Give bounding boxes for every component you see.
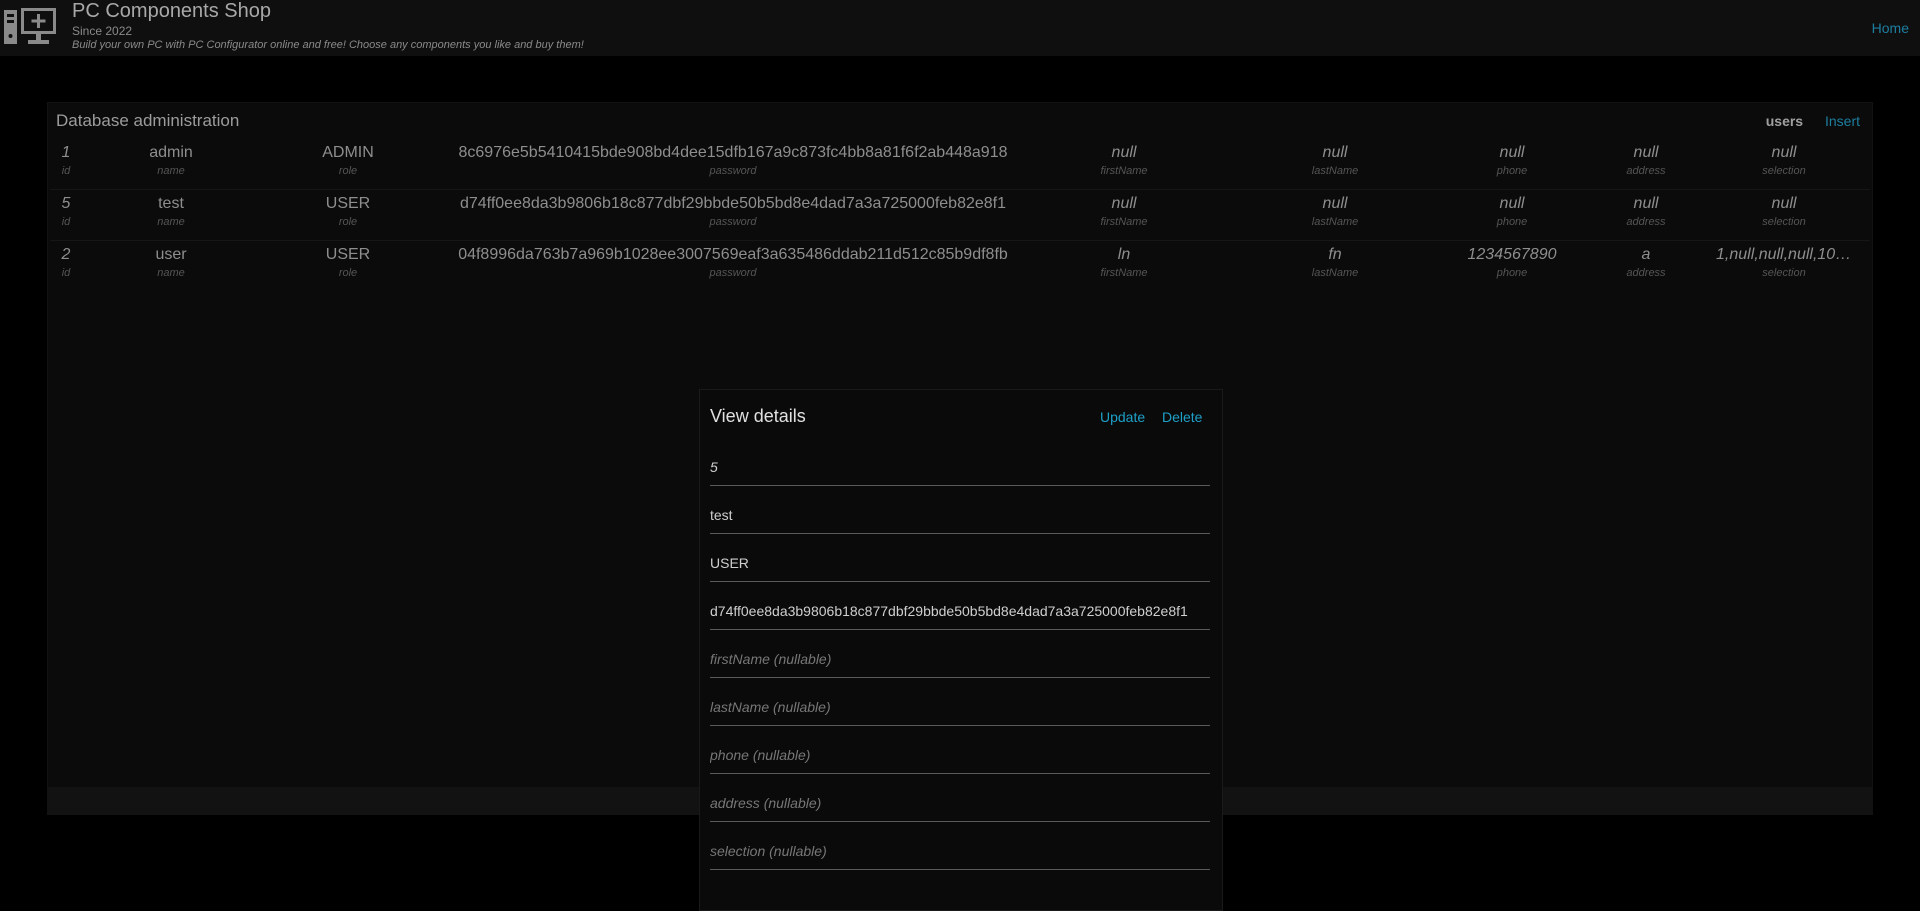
cell-password: d74ff0ee8da3b9806b18c877dbf29bbde50b5bd8… <box>459 195 1007 228</box>
cell-address: a address <box>1626 246 1666 279</box>
users-table: 1 id admin name ADMIN role 8c6976e5b5410415… <box>50 139 1870 291</box>
cell-phone: null phone <box>1496 195 1528 228</box>
cell-id: 2 id <box>61 246 71 279</box>
firstname-field[interactable] <box>710 641 1210 678</box>
lastname-field[interactable] <box>710 689 1210 726</box>
cell-password: 04f8996da763b7a969b1028ee3007569eaf3a635… <box>458 246 1008 279</box>
cell-lastname: fn lastName <box>1311 246 1359 279</box>
cell-name: user name <box>155 246 187 279</box>
computer-plus-icon <box>4 8 56 44</box>
cell-name: test name <box>157 195 185 228</box>
cell-firstname: ln firstName <box>1100 246 1148 279</box>
brand-title: PC Components Shop <box>72 0 272 22</box>
home-link[interactable]: Home <box>1872 20 1909 36</box>
table-row[interactable]: 2 id user name USER role 04f8996da763b7a969… <box>50 240 1870 291</box>
update-button[interactable]: Update <box>1100 409 1145 425</box>
cell-firstname: null firstName <box>1100 144 1148 177</box>
tab-users[interactable]: users <box>1766 113 1803 129</box>
cell-address: null address <box>1626 195 1666 228</box>
cell-selection: null selection <box>1762 195 1806 228</box>
delete-button[interactable]: Delete <box>1162 409 1202 425</box>
brand-since: Since 2022 <box>72 24 133 38</box>
cell-phone: null phone <box>1496 144 1528 177</box>
panel-title: Database administration <box>56 111 240 130</box>
cell-role: USER role <box>325 246 371 279</box>
cell-id: 5 id <box>61 195 71 228</box>
cell-phone: 1234567890 phone <box>1467 246 1557 279</box>
insert-button[interactable]: Insert <box>1825 113 1860 129</box>
panel-tabs: users Insert <box>1766 113 1860 129</box>
view-details-dialog: View details Update Delete <box>699 389 1223 911</box>
app-header: PC Components Shop Since 2022 Build your… <box>0 0 1920 56</box>
dialog-title: View details <box>710 406 806 426</box>
cell-selection: 1,null,null,null,10,null,null,null,nulls… <box>1716 246 1852 279</box>
id-field[interactable] <box>710 449 1210 486</box>
phone-field[interactable] <box>710 737 1210 774</box>
cell-address: null address <box>1626 144 1666 177</box>
table-row[interactable]: 1 id admin name ADMIN role 8c6976e5b5410415… <box>50 139 1870 189</box>
cell-password: 8c6976e5b5410415bde908bd4dee15dfb167a9c8… <box>458 144 1008 177</box>
cell-selection: null selection <box>1762 144 1806 177</box>
cell-lastname: null lastName <box>1311 144 1359 177</box>
cell-lastname: null lastName <box>1311 195 1359 228</box>
cell-firstname: null firstName <box>1100 195 1148 228</box>
selection-field[interactable] <box>710 833 1210 870</box>
password-field[interactable] <box>710 593 1210 630</box>
cell-role: ADMIN role <box>322 144 374 177</box>
name-field[interactable] <box>710 497 1210 534</box>
cell-id: 1 id <box>61 144 71 177</box>
cell-name: admin name <box>149 144 193 177</box>
table-row[interactable]: 5 id test name USER role d74ff0ee8da3b9806b… <box>50 189 1870 240</box>
role-field[interactable] <box>710 545 1210 582</box>
cell-role: USER role <box>325 195 371 228</box>
address-field[interactable] <box>710 785 1210 822</box>
brand-tagline: Build your own PC with PC Configurator o… <box>72 39 584 51</box>
